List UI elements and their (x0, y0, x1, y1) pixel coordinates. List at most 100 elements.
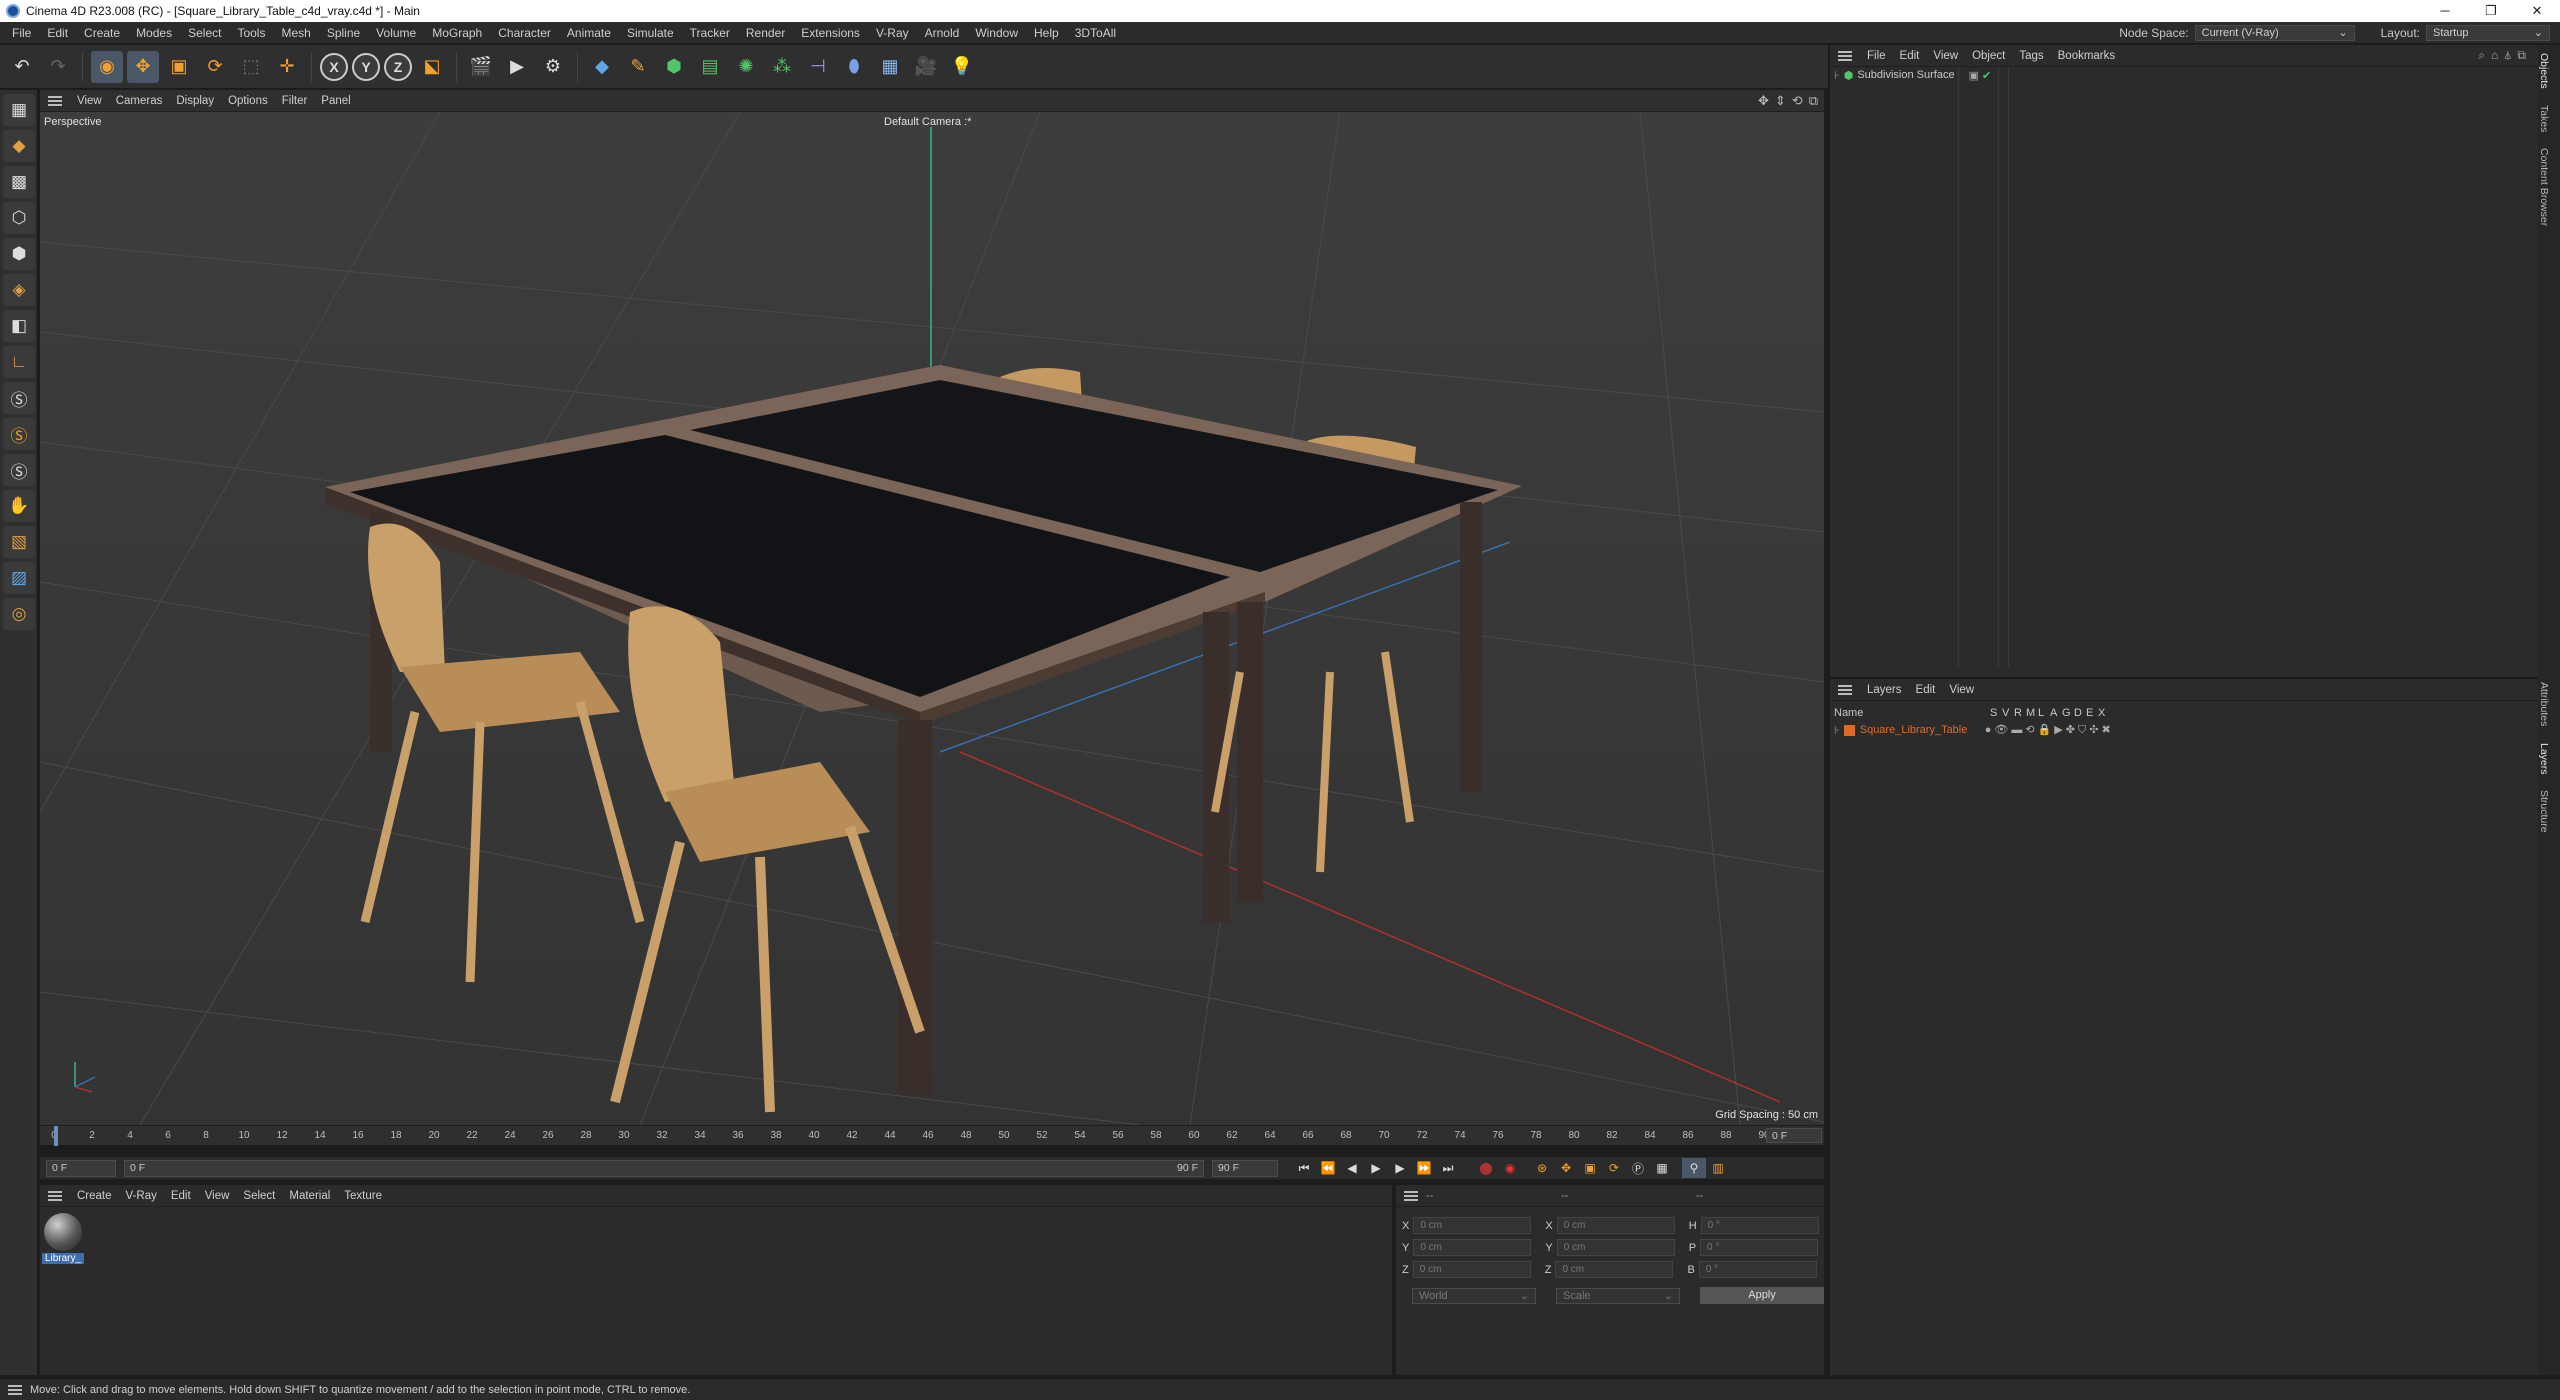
menu-edit[interactable]: Edit (39, 22, 76, 44)
objects-menu-bookmarks[interactable]: Bookmarks (2051, 50, 2123, 62)
cloner-icon[interactable]: ✺ (730, 51, 762, 83)
play-icon[interactable]: ▶ (1364, 1158, 1388, 1178)
node-space-dropdown[interactable]: Current (V-Ray) ⌄ (2194, 25, 2355, 41)
record-icon[interactable]: ⬤ (1474, 1158, 1498, 1178)
workplane-snap-icon[interactable]: Ⓢ (3, 454, 35, 486)
texture-mode-icon[interactable]: ▩ (3, 166, 35, 198)
menu-help[interactable]: Help (1026, 22, 1067, 44)
render-view-icon[interactable]: ▶ (501, 51, 533, 83)
edges-mode-icon[interactable]: ⬢ (3, 238, 35, 270)
tab-structure[interactable]: Structure (2538, 782, 2550, 841)
lock-icon[interactable]: 🔒 (2038, 724, 2055, 736)
y-axis-lock-icon[interactable]: Y (352, 52, 380, 81)
menu-extensions[interactable]: Extensions (793, 22, 868, 44)
workplane-icon[interactable]: ▧ (3, 526, 35, 558)
close-button[interactable]: ✕ (2514, 0, 2560, 22)
timeline-icon[interactable]: ▥ (1706, 1158, 1730, 1178)
render-region-icon[interactable]: 🎬 (465, 51, 497, 83)
prev-frame-icon[interactable]: ◀ (1340, 1158, 1364, 1178)
object-row[interactable]: ⊦ ⬢ Subdivision Surface ▣ ✔ (1830, 67, 2540, 83)
menu-animate[interactable]: Animate (559, 22, 619, 44)
rotation-b-field[interactable]: 0 ° (1698, 1261, 1817, 1278)
viewport-menu-filter[interactable]: Filter (275, 95, 315, 107)
redo-icon[interactable]: ↷ (42, 51, 74, 83)
subdivision-icon[interactable]: ⬢ (658, 51, 690, 83)
model-mode-icon[interactable]: ◆ (3, 130, 35, 162)
menu-select[interactable]: Select (180, 22, 229, 44)
menu-mograph[interactable]: MoGraph (424, 22, 490, 44)
rotation-p-field[interactable]: 0 ° (1700, 1239, 1819, 1256)
key-position-icon[interactable]: ✥ (1554, 1158, 1578, 1178)
menu-modes[interactable]: Modes (128, 22, 180, 44)
key-parameter-icon[interactable]: Ⓟ (1626, 1158, 1650, 1178)
rotate-tool-icon[interactable]: ⟳ (199, 51, 231, 83)
transform-tool-icon[interactable]: ✛ (271, 51, 303, 83)
viewport-menu-display[interactable]: Display (169, 95, 221, 107)
light-icon[interactable]: 💡 (946, 51, 978, 83)
layers-menu-view[interactable]: View (1942, 684, 1981, 696)
objects-menu-tags[interactable]: Tags (2012, 50, 2050, 62)
coordinate-system-icon[interactable]: ⬕ (416, 51, 448, 83)
mograph-icon[interactable]: ⁂ (766, 51, 798, 83)
go-to-end-icon[interactable]: ⏭ (1436, 1158, 1460, 1178)
locked-workplane-icon[interactable]: ▨ (3, 562, 35, 594)
motion-icon[interactable]: ⚲ (1682, 1158, 1706, 1178)
material-menu-select[interactable]: Select (236, 1190, 282, 1202)
size-z-field[interactable]: 0 cm (1555, 1261, 1674, 1278)
home-icon[interactable]: ⌂ (2491, 48, 2504, 62)
move-tool-icon[interactable]: ✥ (127, 50, 159, 83)
menu-tracker[interactable]: Tracker (682, 22, 738, 44)
key-pla-icon[interactable]: ▦ (1650, 1158, 1674, 1178)
layer-row[interactable]: ⊦ Square_Library_Table ●👁▬⟲🔒▶✤⛉✣✖ (1834, 722, 2534, 738)
material-menu-create[interactable]: Create (70, 1190, 119, 1202)
prev-key-icon[interactable]: ⏪ (1316, 1158, 1340, 1178)
recent-tool-icon[interactable]: ⬚ (235, 51, 267, 83)
uv-mode-icon[interactable]: ◧ (3, 310, 35, 342)
minimize-button[interactable]: ─ (2422, 0, 2468, 22)
tab-attributes[interactable]: Attributes (2538, 674, 2550, 734)
hamburger-icon[interactable] (48, 1190, 62, 1201)
view-icon[interactable]: 👁 (1994, 724, 2011, 736)
end-frame-field[interactable]: 90 F (1212, 1159, 1278, 1177)
viewport-menu-panel[interactable]: Panel (314, 95, 357, 107)
timeline-ruler[interactable]: 0246810121416182022242628303234363840424… (40, 1126, 1824, 1146)
viewport-menu-view[interactable]: View (70, 95, 109, 107)
xref-icon[interactable]: ✖ (2101, 724, 2113, 736)
playhead[interactable] (54, 1126, 58, 1146)
hamburger-icon[interactable] (8, 1384, 22, 1395)
menu-file[interactable]: File (4, 22, 39, 44)
coord-space-dropdown[interactable]: World ⌄ (1412, 1287, 1536, 1304)
render-icon[interactable]: ▬ (2011, 724, 2025, 736)
3d-viewport[interactable]: Perspective Default Camera :* Grid Spaci… (40, 112, 1824, 1125)
snap-settings-icon[interactable]: Ⓢ (3, 418, 35, 450)
position-z-field[interactable]: 0 cm (1412, 1261, 1531, 1278)
z-axis-lock-icon[interactable]: Z (384, 52, 412, 81)
go-to-start-icon[interactable]: ⏮ (1292, 1158, 1316, 1178)
menu-render[interactable]: Render (738, 22, 793, 44)
extrude-icon[interactable]: ▤ (694, 51, 726, 83)
axis-mode-icon[interactable]: ∟ (3, 346, 35, 378)
enabled-check-icon[interactable]: ✔ (1982, 69, 1991, 82)
field-icon[interactable]: ⬮ (838, 51, 870, 83)
tab-takes[interactable]: Takes (2538, 97, 2550, 140)
object-name[interactable]: Subdivision Surface (1857, 69, 1954, 81)
menu-volume[interactable]: Volume (368, 22, 424, 44)
material-menu-edit[interactable]: Edit (164, 1190, 198, 1202)
render-settings-icon[interactable]: ⚙ (537, 51, 569, 83)
range-slider[interactable]: 0 F 90 F (124, 1159, 1204, 1177)
animation-icon[interactable]: ▶ (2054, 724, 2065, 736)
expression-icon[interactable]: ✣ (2089, 724, 2101, 736)
viewport-menu-cameras[interactable]: Cameras (109, 95, 170, 107)
camera-icon[interactable]: 🎥 (910, 51, 942, 83)
maximize-button[interactable]: ❐ (2468, 0, 2514, 22)
next-frame-icon[interactable]: ▶ (1388, 1158, 1412, 1178)
objects-menu-file[interactable]: File (1860, 50, 1893, 62)
key-scale-icon[interactable]: ▣ (1578, 1158, 1602, 1178)
layer-color-swatch[interactable] (1843, 724, 1855, 736)
camera-label[interactable]: Default Camera :* (884, 116, 971, 128)
layer-name[interactable]: Square_Library_Table (1860, 724, 1985, 736)
tab-content-browser[interactable]: Content Browser (2538, 140, 2550, 234)
material-menu-texture[interactable]: Texture (337, 1190, 389, 1202)
objects-menu-view[interactable]: View (1926, 50, 1965, 62)
pan-icon[interactable]: ✥ (1758, 93, 1769, 109)
